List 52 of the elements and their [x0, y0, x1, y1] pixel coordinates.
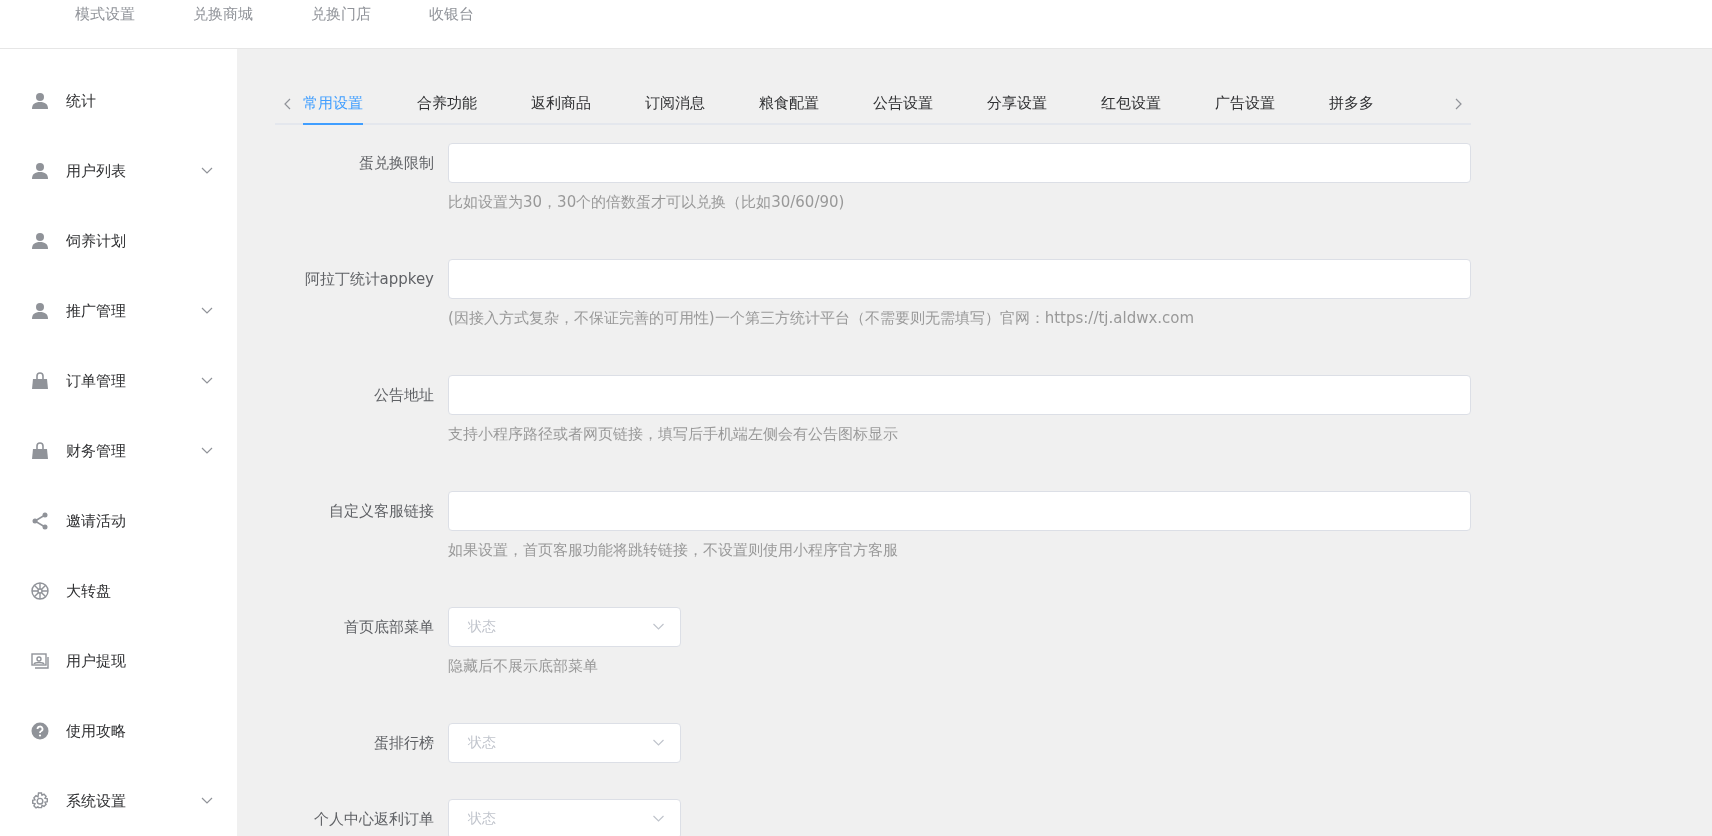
- field-label: 首页底部菜单: [343, 617, 435, 638]
- sidebar-item[interactable]: 大转盘: [66, 581, 213, 601]
- bag-icon: [31, 442, 49, 460]
- sidebar-item[interactable]: 用户列表: [66, 161, 201, 181]
- tab[interactable]: 拼多多: [1329, 85, 1374, 125]
- picture-icon: [31, 652, 49, 670]
- help-text: 隐藏后不展示底部菜单: [448, 656, 599, 677]
- chevron-right-icon[interactable]: [1454, 98, 1462, 110]
- sidebar-item[interactable]: 财务管理: [66, 441, 201, 461]
- person-icon: [31, 92, 49, 110]
- field-label: 公告地址: [373, 385, 435, 406]
- person-icon: [31, 232, 49, 250]
- bag-icon: [31, 372, 49, 390]
- sidebar-item[interactable]: 使用攻略: [66, 721, 213, 741]
- field-label: 蛋排行榜: [373, 733, 435, 754]
- chevron-down-icon: [652, 739, 665, 747]
- tab[interactable]: 广告设置: [1215, 85, 1275, 125]
- help-text: (因接入方式复杂，不保证完善的可用性)一个第三方统计平台（不需要则无需填写）官网：https://tj.aldwx.com: [448, 308, 1196, 329]
- sidebar-item[interactable]: 推广管理: [66, 301, 201, 321]
- tab[interactable]: 订阅消息: [645, 85, 705, 125]
- tab[interactable]: 公告设置: [873, 85, 933, 125]
- sidebar-item[interactable]: 系统设置: [66, 791, 201, 811]
- person-icon: [31, 302, 49, 320]
- wheel-icon: [31, 582, 49, 600]
- field-label: 蛋兑换限制: [358, 153, 435, 174]
- person-icon: [31, 162, 49, 180]
- tab[interactable]: 合养功能: [417, 85, 477, 125]
- input-field[interactable]: [448, 259, 1471, 299]
- chevron-left-icon[interactable]: [284, 98, 292, 110]
- field-label: 自定义客服链接: [328, 501, 435, 522]
- help-icon: [31, 722, 49, 740]
- chevron-down-icon: [652, 623, 665, 631]
- input-field[interactable]: [448, 491, 1471, 531]
- help-text: 如果设置，首页客服功能将跳转链接，不设置则使用小程序官方客服: [448, 540, 899, 561]
- tab[interactable]: 粮食配置: [759, 85, 819, 125]
- chevron-down-icon: [652, 815, 665, 823]
- field-label: 阿拉丁统计appkey: [303, 269, 435, 290]
- tab[interactable]: 返利商品: [531, 85, 591, 125]
- sidebar-item[interactable]: 邀请活动: [66, 511, 213, 531]
- tab[interactable]: 红包设置: [1101, 85, 1161, 125]
- input-field[interactable]: [448, 143, 1471, 183]
- sidebar-item[interactable]: 订单管理: [66, 371, 201, 391]
- sidebar-item[interactable]: 用户提现: [66, 651, 213, 671]
- share-icon: [31, 512, 49, 530]
- help-text: 比如设置为30，30个的倍数蛋才可以兑换（比如30/60/90): [448, 192, 846, 213]
- tab[interactable]: 分享设置: [987, 85, 1047, 125]
- field-label: 个人中心返利订单: [313, 809, 435, 830]
- help-text: 支持小程序路径或者网页链接，填写后手机端左侧会有公告图标显示: [448, 424, 899, 445]
- input-field[interactable]: [448, 375, 1471, 415]
- settings-icon: [31, 792, 49, 810]
- sidebar-item[interactable]: 统计: [66, 91, 213, 111]
- sidebar-item[interactable]: 饲养计划: [66, 231, 213, 251]
